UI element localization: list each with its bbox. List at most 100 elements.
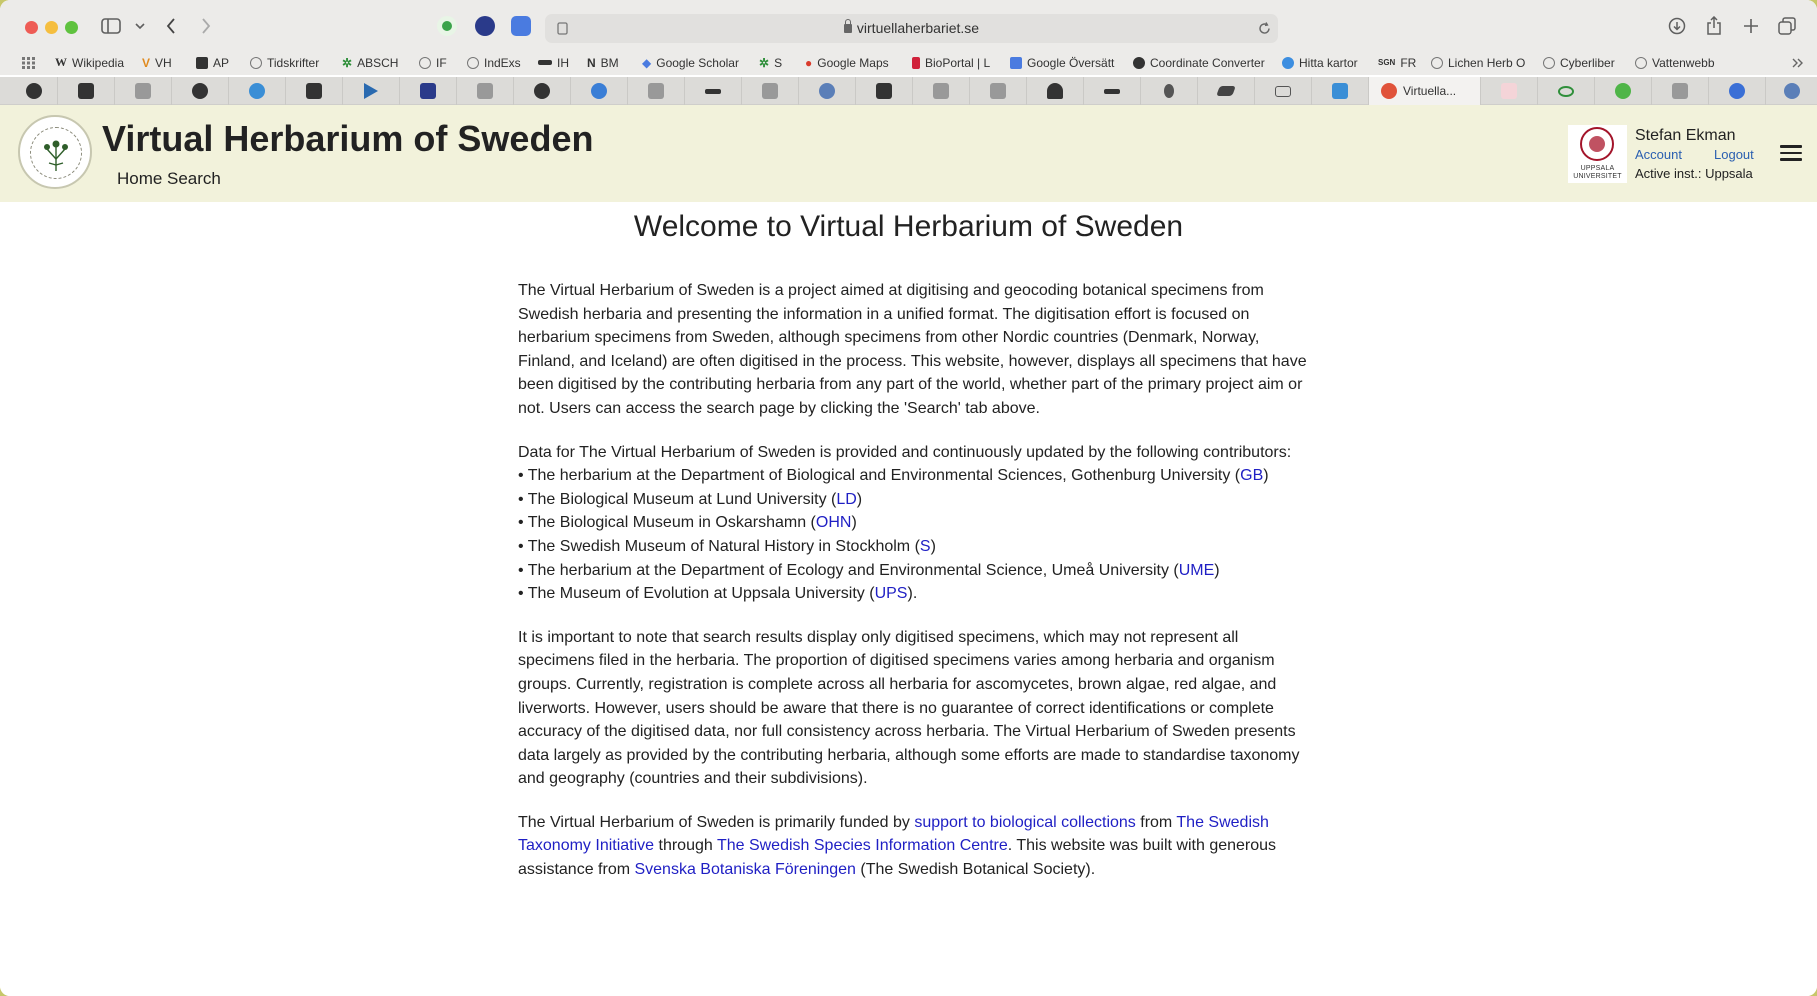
bookmark-item[interactable]: AP xyxy=(196,54,229,71)
forward-icon[interactable] xyxy=(198,16,214,36)
hamburger-menu-icon[interactable] xyxy=(1780,145,1802,161)
tab[interactable] xyxy=(571,77,628,105)
tab-overview-icon[interactable] xyxy=(1777,16,1797,36)
tab-strip: Virtuella... xyxy=(0,77,1817,105)
tab[interactable] xyxy=(1595,77,1652,105)
tab[interactable] xyxy=(10,77,58,105)
bookmark-item[interactable]: N BM xyxy=(587,54,619,71)
chevron-down-icon[interactable] xyxy=(133,18,147,34)
tab[interactable] xyxy=(628,77,685,105)
tab[interactable] xyxy=(1198,77,1255,105)
bookmark-item[interactable]: Cyberliber xyxy=(1543,54,1615,71)
tab-favicon xyxy=(876,83,892,99)
tab[interactable] xyxy=(1027,77,1084,105)
tab-favicon xyxy=(1047,83,1063,99)
tab[interactable] xyxy=(799,77,856,105)
contributor-item: • The herbarium at the Department of Bio… xyxy=(518,467,1269,485)
tab[interactable] xyxy=(58,77,115,105)
tab[interactable] xyxy=(1538,77,1595,105)
bookmark-item[interactable]: IndExs xyxy=(467,54,521,71)
close-window-button[interactable] xyxy=(25,21,38,34)
tab[interactable] xyxy=(856,77,913,105)
bookmark-item[interactable]: ✲ ABSCH xyxy=(342,54,398,71)
funding-paragraph: The Virtual Herbarium of Sweden is prima… xyxy=(518,813,1277,879)
bookmark-item[interactable]: ● Google Maps xyxy=(805,54,889,71)
tab-favicon xyxy=(25,83,42,99)
tab[interactable] xyxy=(115,77,172,105)
tab-favicon xyxy=(762,83,778,99)
bookmark-item[interactable]: BioPortal | L xyxy=(912,54,990,71)
tab[interactable] xyxy=(1766,77,1817,105)
lock-icon xyxy=(843,19,852,33)
tab[interactable] xyxy=(1084,77,1141,105)
tab[interactable] xyxy=(172,77,229,105)
reload-icon[interactable] xyxy=(1257,21,1271,35)
bookmark-item[interactable]: Tidskrifter xyxy=(250,54,319,71)
new-tab-icon[interactable] xyxy=(1741,16,1761,36)
tab[interactable] xyxy=(1141,77,1198,105)
tab[interactable] xyxy=(913,77,970,105)
github-icon xyxy=(534,83,550,99)
species-information-centre-link[interactable]: The Swedish Species Information Centre xyxy=(717,837,1008,854)
tab-favicon xyxy=(1672,83,1688,99)
zoom-window-button[interactable] xyxy=(65,21,78,34)
tab[interactable] xyxy=(742,77,799,105)
bookmark-item[interactable]: Vattenwebb xyxy=(1635,54,1715,71)
bookmark-item[interactable]: Coordinate Converter xyxy=(1133,54,1265,71)
tab[interactable] xyxy=(229,77,286,105)
apps-grid-icon[interactable] xyxy=(22,54,35,71)
tab[interactable] xyxy=(286,77,343,105)
tab[interactable] xyxy=(1255,77,1312,105)
tab-active[interactable]: Virtuella... xyxy=(1369,77,1481,105)
tab[interactable] xyxy=(1709,77,1766,105)
tab[interactable] xyxy=(685,77,742,105)
bookmark-item[interactable]: SGN FR xyxy=(1378,54,1416,71)
extension-icon[interactable] xyxy=(475,16,495,36)
tab[interactable] xyxy=(343,77,400,105)
uppsala-university-logo: UPPSALA UNIVERSITET xyxy=(1568,125,1627,183)
tab[interactable] xyxy=(457,77,514,105)
extension-icon[interactable] xyxy=(511,16,531,36)
minimize-window-button[interactable] xyxy=(45,21,58,34)
scholar-icon: ◆ xyxy=(642,55,652,70)
bookmark-item[interactable]: IF xyxy=(419,54,447,71)
nav-home-link[interactable]: Home xyxy=(117,169,162,189)
bookmark-item[interactable]: V VH xyxy=(142,54,172,71)
tab-favicon xyxy=(420,83,436,99)
tab[interactable] xyxy=(970,77,1027,105)
extension-icon[interactable] xyxy=(437,16,457,36)
tab[interactable] xyxy=(400,77,457,105)
botaniska-foreningen-logo[interactable] xyxy=(18,115,92,189)
support-collections-link[interactable]: support to biological collections xyxy=(914,814,1135,831)
tab[interactable] xyxy=(1481,77,1538,105)
bookmark-item[interactable]: ◆ Google Scholar xyxy=(642,54,739,71)
share-icon[interactable] xyxy=(1704,15,1724,35)
nav-search-link[interactable]: Search xyxy=(167,169,221,189)
contributor-link-s[interactable]: S xyxy=(920,538,931,555)
tab[interactable] xyxy=(1652,77,1709,105)
contributor-link-gb[interactable]: GB xyxy=(1240,467,1263,484)
contributor-link-ld[interactable]: LD xyxy=(836,491,856,508)
botanical-society-link[interactable]: Svenska Botaniska Föreningen xyxy=(634,861,855,878)
account-link[interactable]: Account xyxy=(1635,147,1682,162)
tab[interactable] xyxy=(514,77,571,105)
address-bar[interactable]: virtuellaherbariet.se xyxy=(545,14,1278,43)
download-icon[interactable] xyxy=(1667,16,1687,36)
contributor-link-ume[interactable]: UME xyxy=(1179,562,1215,579)
sidebar-icon[interactable] xyxy=(100,17,122,35)
bookmark-item[interactable]: ✲ S xyxy=(759,54,782,71)
contributor-link-ups[interactable]: UPS xyxy=(875,585,908,602)
contributor-link-ohn[interactable]: OHN xyxy=(816,514,852,531)
back-icon[interactable] xyxy=(163,16,179,36)
bookmark-item[interactable]: Lichen Herb O xyxy=(1431,54,1525,71)
bookmark-item[interactable]: Hitta kartor xyxy=(1282,54,1358,71)
contributors-paragraph: Data for The Virtual Herbarium of Sweden… xyxy=(518,441,1308,606)
tab[interactable] xyxy=(1312,77,1369,105)
logout-link[interactable]: Logout xyxy=(1714,147,1754,162)
tab-favicon xyxy=(1216,86,1236,96)
tab-favicon xyxy=(1332,83,1348,99)
bookmark-item[interactable]: IH xyxy=(538,54,569,71)
more-bookmarks-icon[interactable] xyxy=(1792,54,1804,71)
bookmark-item[interactable]: Google Översätt xyxy=(1010,54,1114,71)
bookmark-item[interactable]: W Wikipedia xyxy=(55,54,124,71)
